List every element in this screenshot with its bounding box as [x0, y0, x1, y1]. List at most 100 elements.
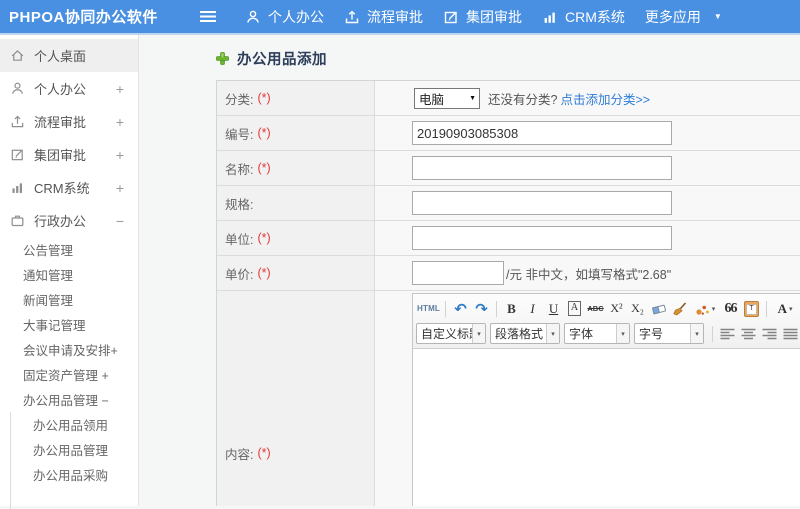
sidebar-item-label: 个人办公 [34, 82, 87, 97]
expand-plus[interactable]: + [116, 181, 124, 195]
sidebar-item-admin-office[interactable]: 行政办公 − [0, 204, 138, 237]
spec-input[interactable] [412, 191, 672, 215]
underline-button[interactable]: U [544, 299, 563, 318]
unit-input[interactable] [412, 226, 672, 250]
autotypeset-button[interactable]: A [565, 299, 584, 318]
format-painter-button[interactable] [670, 299, 689, 318]
source-code-button[interactable]: HTML [417, 299, 440, 318]
workflow-icon [11, 115, 24, 128]
topnav-more-apps[interactable]: 更多应用 ▼ [645, 7, 722, 27]
expand-minus[interactable]: − [116, 214, 124, 228]
sidebar-item-office-supplies-mgmt[interactable]: 办公用品管理 − [0, 387, 138, 412]
bold-button[interactable]: B [502, 299, 521, 318]
redo-button[interactable]: ↷ [472, 299, 491, 318]
superscript-button[interactable]: X² [607, 299, 626, 318]
expand-plus[interactable]: + [116, 148, 124, 162]
italic-button[interactable]: I [523, 299, 542, 318]
paint-splatter-icon [696, 305, 709, 315]
paragraph-format-combo[interactable]: 段落格式 ▾ [490, 323, 560, 344]
sidebar-item-personal-desktop[interactable]: 个人桌面 [0, 39, 138, 72]
hamburger-menu-icon[interactable] [200, 11, 216, 22]
blockquote-button[interactable]: 66 [721, 299, 740, 318]
topnav-workflow-approval[interactable]: 流程审批 [344, 7, 423, 27]
font-color-button[interactable]: A ▾ [772, 299, 798, 318]
font-family-combo[interactable]: 字体 ▾ [564, 323, 630, 344]
price-input[interactable] [412, 261, 504, 285]
align-justify-icon [783, 328, 798, 339]
caret-small-icon: ▾ [546, 324, 559, 343]
field-label: 名称: [225, 162, 254, 177]
field-label: 内容: [225, 447, 254, 462]
align-left-button[interactable] [718, 324, 737, 343]
sidebar-item-supplies-purchase[interactable]: 办公用品采购 [11, 462, 138, 487]
align-left-icon [720, 328, 735, 339]
sidebar-item-label: 行政办公 [34, 214, 87, 229]
field-label: 单位: [225, 232, 254, 247]
undo-button[interactable]: ↶ [451, 299, 470, 318]
sidebar-item-announcement-mgmt[interactable]: 公告管理 [0, 237, 138, 262]
editor-toolbar-row-2: 自定义标题 ▾ 段落格式 ▾ 字体 ▾ [416, 321, 800, 346]
form-row-code: 编号: (*) [217, 116, 800, 151]
toolbar-separator [496, 300, 498, 317]
sidebar-item-events-mgmt[interactable]: 大事记管理 [0, 312, 138, 337]
topbar: PHPOA协同办公软件 个人办公 流程审批 集团审批 CRM系统 更多应用 ▼ [0, 0, 800, 35]
sidebar-item-fixed-assets-mgmt[interactable]: 固定资产管理 + [0, 362, 138, 387]
paste-text-button[interactable]: T [742, 299, 761, 318]
topnav-group-approval[interactable]: 集团审批 [443, 7, 522, 27]
sidebar-item-supplies-requisition[interactable]: 办公用品领用 [11, 412, 138, 437]
field-label: 编号: [225, 127, 254, 142]
editor-content-area[interactable] [413, 349, 800, 506]
chart-icon [12, 183, 22, 193]
custom-title-combo[interactable]: 自定义标题 ▾ [416, 323, 486, 344]
briefcase-icon [11, 215, 24, 227]
sidebar-item-meeting-mgmt[interactable]: 会议申请及安排+ [0, 337, 138, 362]
align-right-button[interactable] [760, 324, 779, 343]
required-mark: (*) [257, 91, 271, 105]
align-justify-button[interactable] [781, 324, 800, 343]
expand-plus[interactable]: + [116, 115, 124, 129]
sidebar-item-personal-office[interactable]: 个人办公 + [0, 72, 138, 105]
subscript-button[interactable]: X₂ [628, 299, 647, 318]
sidebar-item-supplies-manage[interactable]: 办公用品管理 [11, 437, 138, 462]
add-plus-icon [216, 51, 229, 65]
topnav-crm-system[interactable]: CRM系统 [542, 7, 625, 27]
category-select[interactable]: 电脑 ▼ [414, 87, 480, 109]
topnav-personal-office[interactable]: 个人办公 [245, 7, 324, 27]
font-size-combo[interactable]: 字号 ▾ [634, 323, 704, 344]
align-center-button[interactable] [739, 324, 758, 343]
paint-format-button[interactable]: ▾ [691, 299, 719, 318]
office-supply-form: 分类: (*) 电脑 ▼ 还没有分类? 点击添加分类>> 编号: (*) 201… [216, 80, 800, 506]
sidebar-item-group-approval[interactable]: 集团审批 + [0, 138, 138, 171]
chart-icon [544, 12, 555, 23]
caret-down-icon: ▼ [713, 11, 722, 21]
topnav-label: 流程审批 [367, 8, 423, 25]
topnav-label: 更多应用 [644, 8, 701, 25]
sidebar-item-news-mgmt[interactable]: 新闻管理 [0, 287, 138, 312]
toolbar-separator [445, 300, 447, 317]
toolbar-separator [766, 300, 768, 317]
caret-small-icon: ▾ [690, 324, 703, 343]
form-row-content: 内容: (*) HTML ↶ ↷ B I U A ABC X² X₂ ▾ 66 … [217, 291, 800, 506]
form-row-price: 单价: (*) /元 非中文，如填写格式"2.68" [217, 256, 800, 291]
required-mark: (*) [257, 446, 271, 460]
sidebar-item-label: CRM系统 [34, 181, 90, 196]
topnav-label: 集团审批 [466, 8, 522, 25]
expand-plus[interactable]: + [116, 82, 124, 96]
strikethrough-button[interactable]: ABC [586, 299, 605, 318]
code-input[interactable] [412, 121, 672, 145]
toolbar-separator [712, 325, 713, 342]
select-caret-icon: ▼ [469, 94, 476, 102]
sidebar-item-crm-system[interactable]: CRM系统 + [0, 171, 138, 204]
user-icon [247, 10, 259, 23]
name-input[interactable] [412, 156, 672, 180]
eraser-button[interactable] [649, 299, 668, 318]
required-mark: (*) [257, 266, 271, 280]
add-category-link[interactable]: 点击添加分类>> [560, 89, 650, 108]
caret-small-icon: ▾ [788, 305, 793, 313]
sidebar-item-notice-mgmt[interactable]: 通知管理 [0, 262, 138, 287]
required-mark: (*) [257, 126, 271, 140]
sidebar-item-workflow-approval[interactable]: 流程审批 + [0, 105, 138, 138]
sidebar-item-label: 个人桌面 [34, 49, 87, 64]
main-content: 办公用品添加 分类: (*) 电脑 ▼ 还没有分类? 点击添加分类>> 编号: … [140, 35, 800, 506]
page-title: 办公用品添加 [216, 48, 800, 68]
